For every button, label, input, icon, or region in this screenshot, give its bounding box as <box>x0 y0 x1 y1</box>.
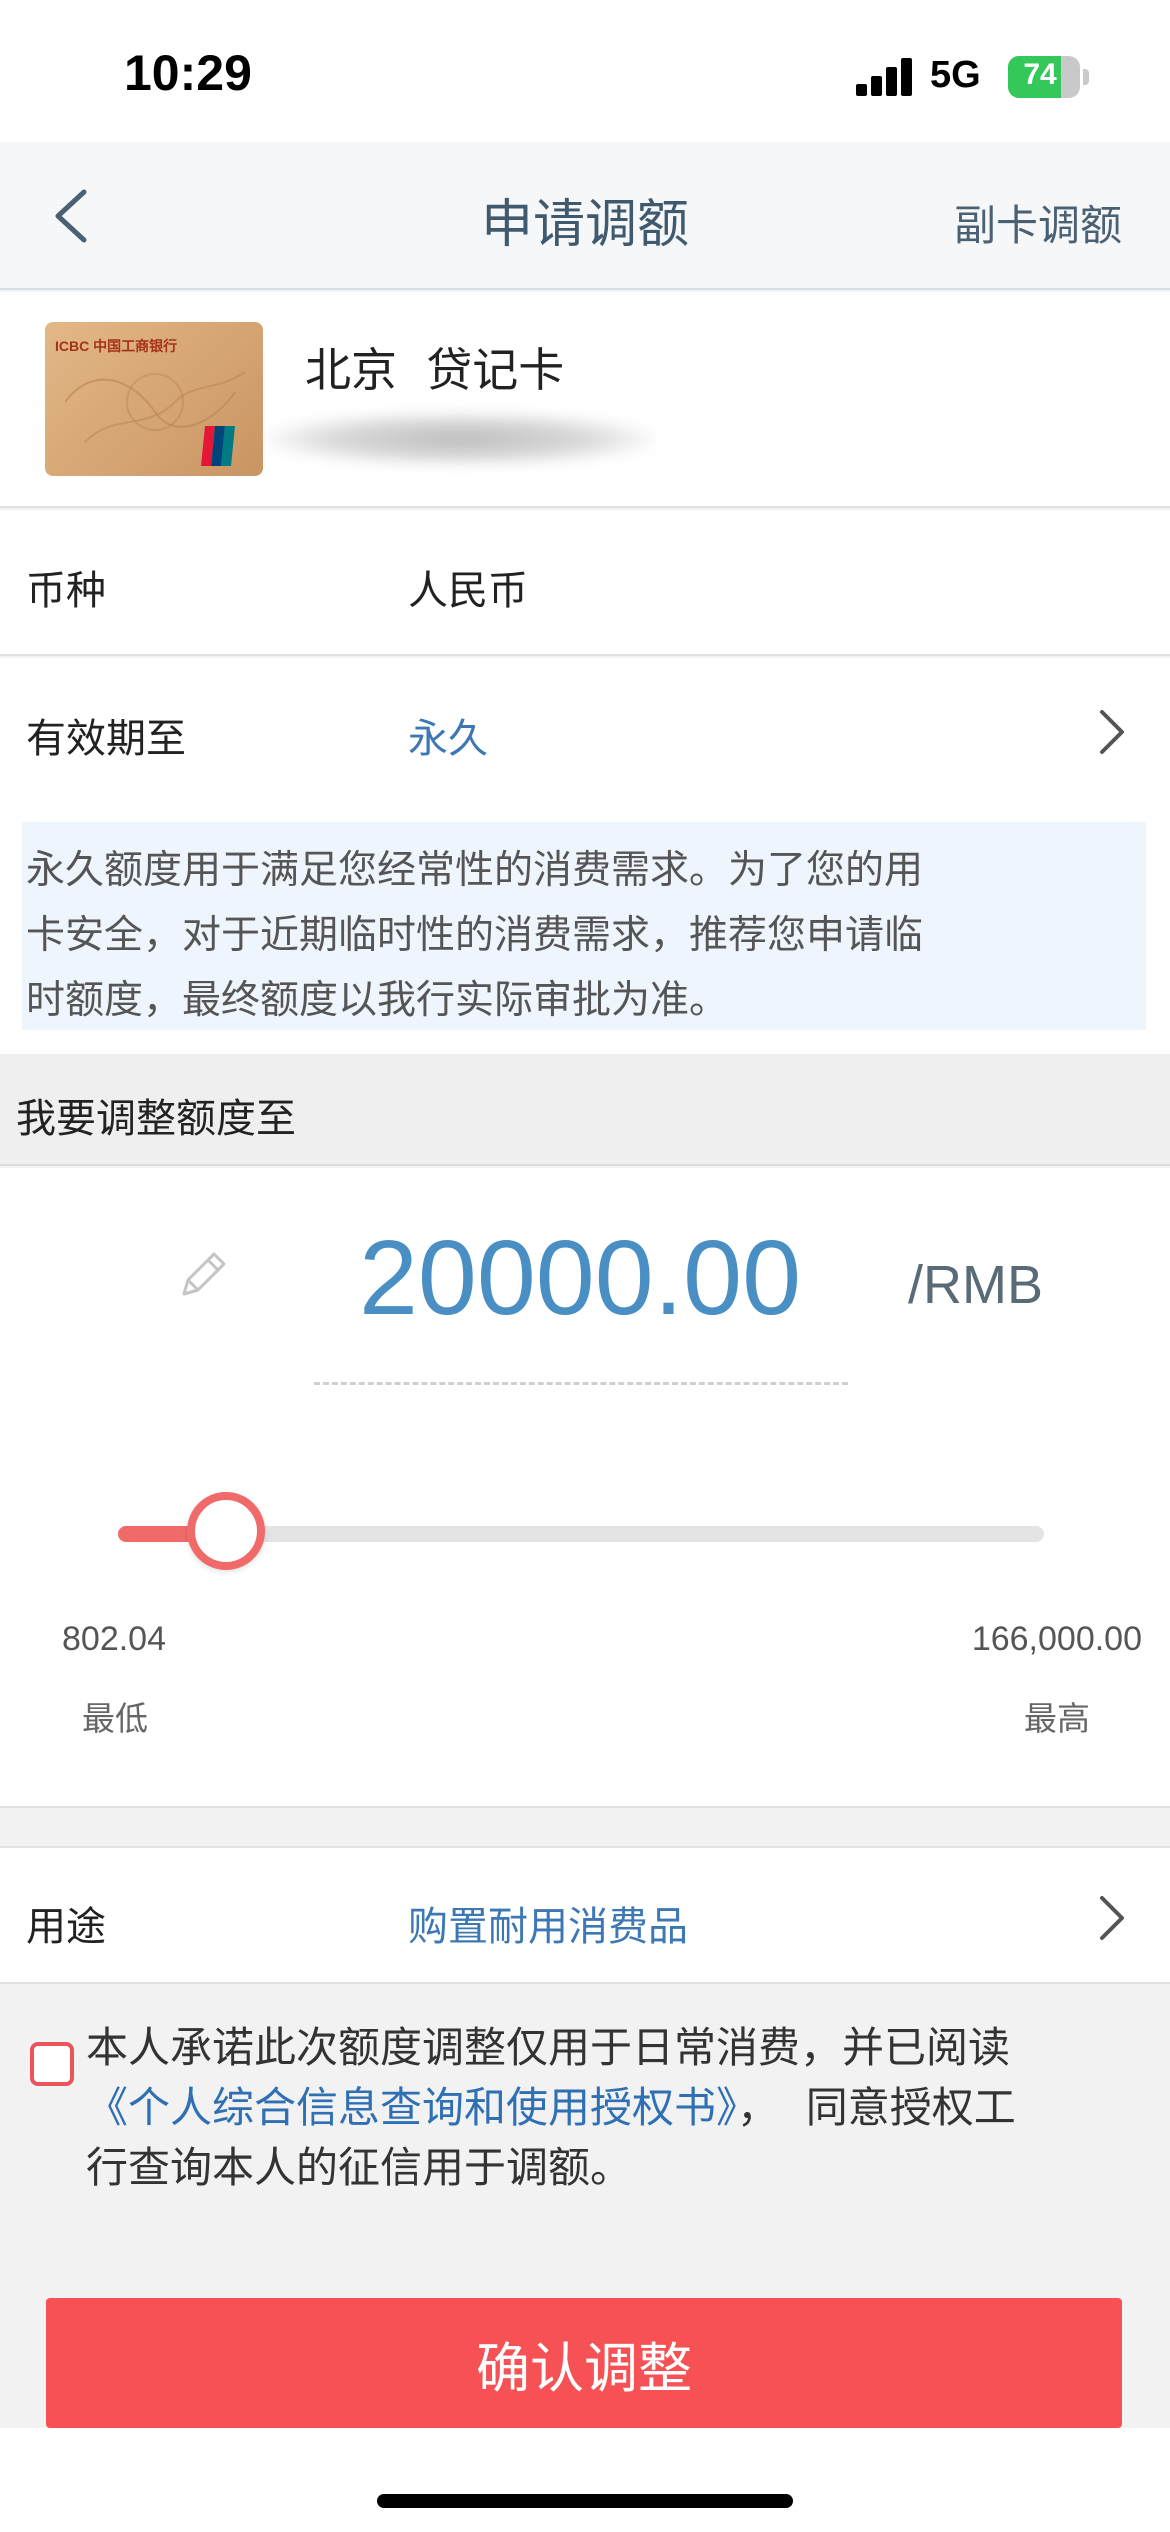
agreement-line: 行查询本人的征信用于调额。 <box>86 2143 633 2192</box>
agreement-line: 本人承诺此次额度调整仅用于日常消费，并已阅读 <box>86 2023 1011 2072</box>
validity-row[interactable]: 有效期至 永久 <box>0 658 1170 806</box>
battery-percent: 74 <box>1023 58 1057 91</box>
pencil-icon[interactable] <box>172 1244 234 1306</box>
purpose-row[interactable]: 用途 购置耐用消费品 <box>0 1846 1170 1984</box>
max-amount-label: 最高 <box>1024 1699 1090 1738</box>
validity-label: 有效期至 <box>26 716 186 762</box>
validity-value: 永久 <box>408 716 488 762</box>
agreement-checkbox[interactable] <box>30 2042 74 2086</box>
amount-input[interactable]: 20000.00 <box>300 1218 860 1339</box>
section-header: 我要调整额度至 <box>0 1054 1170 1166</box>
min-amount-value: 802.04 <box>62 1620 166 1658</box>
card-number-redacted <box>265 412 655 466</box>
card-name: 北京 贷记卡 <box>305 343 565 397</box>
amount-underline <box>314 1382 848 1385</box>
chevron-right-icon <box>1094 1892 1128 1944</box>
agreement-line: 《个人综合信息查询和使用授权书》， 同意授权工 <box>86 2078 1136 2138</box>
battery-icon: 74 <box>1008 56 1090 98</box>
chevron-right-icon <box>1094 706 1128 758</box>
notice-line: 时额度，最终额度以我行实际审批为准。 <box>26 978 729 1023</box>
card-info-row: ICBC 中国工商银行 北京 贷记卡 <box>0 292 1170 508</box>
authorization-document-link[interactable]: 《个人综合信息查询和使用授权书》 <box>86 2083 737 2132</box>
purpose-label: 用途 <box>26 1904 106 1950</box>
agreement-line-rest: ， 同意授权工 <box>737 2083 1016 2132</box>
notice-line: 卡安全，对于近期临时性的消费需求，推荐您申请临 <box>26 913 924 958</box>
max-amount-value: 166,000.00 <box>971 1620 1142 1658</box>
amount-panel: 20000.00 /RMB 802.04 最低 166,000.00 最高 <box>0 1168 1170 1808</box>
status-time: 10:29 <box>124 45 252 101</box>
bottom-safe-area <box>0 2428 1170 2532</box>
amount-unit: /RMB <box>908 1255 1043 1315</box>
notice-line: 永久额度用于满足您经常性的消费需求。为了您的用 <box>26 848 924 893</box>
purpose-value: 购置耐用消费品 <box>408 1904 688 1950</box>
card-logo-text: ICBC 中国工商银行 <box>55 338 178 354</box>
navigation-bar: 申请调额 副卡调额 <box>0 142 1170 290</box>
secondary-card-adjust-button[interactable]: 副卡调额 <box>954 192 1122 253</box>
notice-container: 永久额度用于满足您经常性的消费需求。为了您的用 卡安全，对于近期临时性的消费需求… <box>0 806 1170 1054</box>
agreement-section: 本人承诺此次额度调整仅用于日常消费，并已阅读 《个人综合信息查询和使用授权书》，… <box>0 1986 1170 2292</box>
currency-row: 币种 人民币 <box>0 510 1170 656</box>
confirm-adjust-button[interactable]: 确认调整 <box>46 2298 1122 2428</box>
amount-slider-thumb[interactable] <box>186 1492 265 1570</box>
status-bar: 10:29 5G 74 <box>0 0 1170 142</box>
home-indicator[interactable] <box>377 2494 793 2508</box>
currency-value: 人民币 <box>408 568 528 614</box>
credit-card-image: ICBC 中国工商银行 <box>45 322 263 476</box>
min-amount-label: 最低 <box>82 1699 148 1738</box>
section-title: 我要调整额度至 <box>16 1096 296 1142</box>
network-type: 5G <box>930 54 981 96</box>
chevron-left-icon[interactable] <box>40 178 100 254</box>
cellular-signal-icon <box>856 58 914 96</box>
unionpay-icon <box>199 424 237 468</box>
agreement-text: 本人承诺此次额度调整仅用于日常消费，并已阅读 《个人综合信息查询和使用授权书》，… <box>86 2018 1136 2198</box>
currency-label: 币种 <box>26 568 106 614</box>
notice-box: 永久额度用于满足您经常性的消费需求。为了您的用 卡安全，对于近期临时性的消费需求… <box>22 822 1146 1030</box>
